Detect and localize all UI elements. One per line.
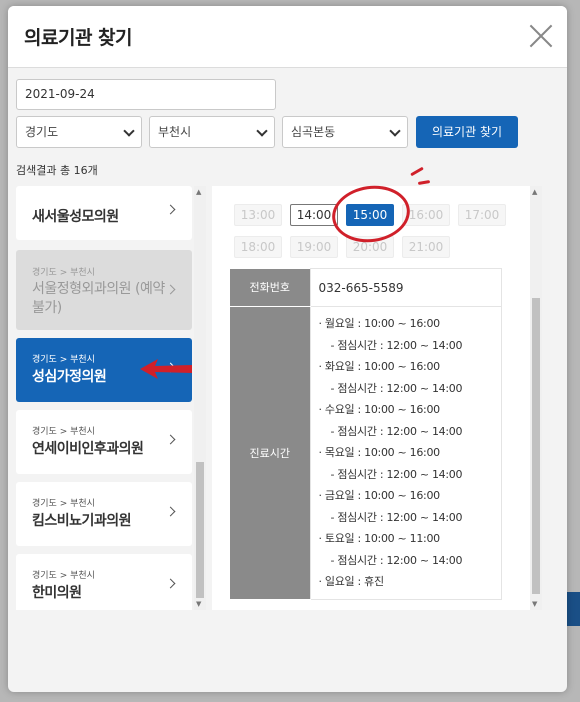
- hospital-name-line1: 서울정형외과의원 (예약: [32, 281, 165, 297]
- chevron-right-icon: [165, 284, 176, 295]
- hospital-name: 킴스비뇨기과의원: [32, 513, 132, 529]
- detail-scrollbar[interactable]: ▲ ▼: [530, 186, 542, 610]
- list-scrollbar[interactable]: ▲ ▼: [194, 186, 206, 610]
- schedule-line: - 점심시간 : 12:00 ~ 14:00: [330, 553, 463, 567]
- city-select[interactable]: 부천시: [149, 116, 275, 148]
- schedule-line: · 수요일 : 10:00 ~ 16:00: [318, 403, 441, 416]
- time-slot[interactable]: 14:00: [290, 204, 338, 226]
- chevron-right-icon: [165, 578, 176, 589]
- hospital-name: 새서울성모의원: [32, 209, 119, 225]
- hospital-info-table: 전화번호 032-665-5589 진료시간 · 월요일 : 10:00 ~ 1…: [230, 268, 502, 600]
- result-count: 검색결과 총 16개: [16, 164, 98, 177]
- hospital-name: 한미의원: [32, 585, 82, 601]
- schedule-line: - 점심시간 : 12:00 ~ 14:00: [330, 510, 463, 524]
- hospital-region: 경기도 > 부천시: [32, 268, 95, 278]
- district-select-value: 심곡본동: [291, 125, 336, 139]
- chevron-right-icon: [165, 434, 176, 445]
- list-item[interactable]: 새서울성모의원: [16, 186, 192, 240]
- schedule-line: · 월요일 : 10:00 ~ 16:00: [318, 317, 441, 330]
- close-icon[interactable]: [529, 24, 553, 48]
- scroll-up-icon[interactable]: ▲: [532, 188, 537, 196]
- hospital-name: 서울정형외과의원 (예약 불가): [32, 280, 165, 318]
- scroll-up-icon[interactable]: ▲: [196, 188, 201, 196]
- scrollbar-thumb[interactable]: [196, 462, 204, 598]
- hospital-detail-panel: 13:00 14:00 15:00 16:00 17:00 18:00 19:0…: [212, 186, 542, 610]
- chevron-down-icon: [123, 125, 135, 137]
- hospital-region: 경기도 > 부천시: [32, 499, 95, 509]
- scroll-down-icon[interactable]: ▼: [532, 600, 537, 608]
- scroll-down-icon[interactable]: ▼: [196, 600, 201, 608]
- phone-number: 032-665-5589: [309, 268, 502, 307]
- time-slot: 18:00: [234, 236, 282, 258]
- phone-label: 전화번호: [230, 268, 310, 307]
- schedule-line: - 점심시간 : 12:00 ~ 14:00: [330, 381, 463, 395]
- list-item[interactable]: 경기도 > 부천시 연세이비인후과의원: [16, 410, 192, 474]
- chevron-right-icon: [165, 506, 176, 517]
- hospital-region: 경기도 > 부천시: [32, 427, 95, 437]
- list-item[interactable]: 경기도 > 부천시 킴스비뇨기과의원: [16, 482, 192, 546]
- schedule-line: · 토요일 : 10:00 ~ 11:00: [318, 532, 441, 545]
- schedule-line: - 점심시간 : 12:00 ~ 14:00: [330, 424, 463, 438]
- schedule-cell: · 월요일 : 10:00 ~ 16:00 - 점심시간 : 12:00 ~ 1…: [309, 306, 502, 600]
- time-slot: 13:00: [234, 204, 282, 226]
- hospital-name-line2: 불가): [32, 300, 62, 316]
- modal-header: 의료기관 찾기: [8, 6, 567, 68]
- schedule-line: · 화요일 : 10:00 ~ 16:00: [318, 360, 441, 373]
- red-arrow-annotation: [140, 359, 192, 379]
- schedule-line: · 금요일 : 10:00 ~ 16:00: [318, 489, 441, 502]
- list-item[interactable]: 경기도 > 부천시 한미의원: [16, 554, 192, 610]
- list-item[interactable]: 경기도 > 부천시 서울정형외과의원 (예약 불가): [16, 250, 192, 330]
- schedule-line: - 점심시간 : 12:00 ~ 14:00: [330, 338, 463, 352]
- chevron-down-icon: [389, 125, 401, 137]
- province-select-value: 경기도: [25, 125, 59, 139]
- time-slot: 17:00: [458, 204, 506, 226]
- time-slot: 21:00: [402, 236, 450, 258]
- chevron-down-icon: [256, 125, 268, 137]
- scrollbar-thumb[interactable]: [532, 298, 540, 594]
- district-select[interactable]: 심곡본동: [282, 116, 408, 148]
- hospital-region: 경기도 > 부천시: [32, 571, 95, 581]
- time-slot: 19:00: [290, 236, 338, 258]
- schedule-line: - 점심시간 : 12:00 ~ 14:00: [330, 467, 463, 481]
- city-select-value: 부천시: [158, 125, 192, 139]
- search-hospital-button[interactable]: 의료기관 찾기: [416, 116, 518, 148]
- hospital-name: 연세이비인후과의원: [32, 441, 144, 457]
- chevron-right-icon: [165, 204, 176, 215]
- hospital-name: 성심가정의원: [32, 369, 107, 385]
- schedule-line: · 일요일 : 휴진: [318, 575, 385, 588]
- hospital-region: 경기도 > 부천시: [32, 355, 95, 365]
- date-input[interactable]: 2021-09-24: [16, 79, 276, 110]
- hours-label: 진료시간: [230, 306, 310, 600]
- province-select[interactable]: 경기도: [16, 116, 142, 148]
- modal-title: 의료기관 찾기: [24, 27, 133, 49]
- schedule-line: · 목요일 : 10:00 ~ 16:00: [318, 446, 441, 459]
- hospital-list: 새서울성모의원 경기도 > 부천시 서울정형외과의원 (예약 불가) 경기도 >…: [16, 186, 206, 610]
